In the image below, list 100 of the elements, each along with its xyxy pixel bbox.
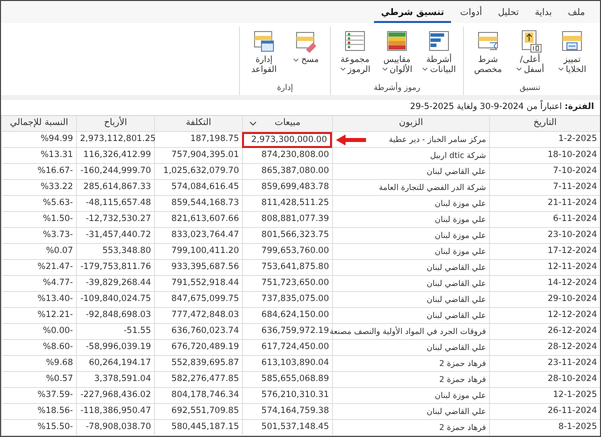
table-cell: 692,551,709.85	[154, 404, 242, 420]
group-label: تنسيق	[520, 83, 540, 94]
table-cell: 28-12-2024	[489, 340, 600, 356]
table-cell: 799,100,411.20	[154, 244, 242, 260]
table-cell: شركة الدر الفضي للتجارة العامة	[332, 180, 489, 196]
table-cell: 7-11-2024	[489, 180, 600, 196]
ribbon-button[interactable]: أعلى/أسفل	[510, 27, 550, 83]
table-cell: 801,566,323.75	[242, 228, 332, 244]
table-cell: 791,552,918.44	[154, 276, 242, 292]
ribbon-tab[interactable]: تنسيق شرطي	[374, 8, 452, 23]
ribbon-button[interactable]: إدارة القواعد	[244, 27, 284, 83]
table-cell: 3,378,591.04	[76, 372, 154, 388]
table-cell: 574,164,759.38	[242, 404, 332, 420]
eraser-icon	[294, 29, 318, 53]
table-cell: 23-10-2024	[489, 228, 600, 244]
table-cell: 582,276,477.85	[154, 372, 242, 388]
table-cell: 2,973,300,000.00	[242, 132, 332, 148]
ribbon-button[interactable]: مجموعة الرموز	[335, 27, 375, 83]
table-cell: 501,537,148.45	[242, 420, 332, 436]
table-cell: 804,178,746.34	[154, 388, 242, 404]
group-label: إدارة	[276, 83, 294, 94]
ribbon-button[interactable]: مسح	[286, 27, 326, 83]
table-cell: %4.77-	[1, 276, 76, 292]
table-cell: -51.55	[76, 324, 154, 340]
table-cell: -31,457,440.72	[76, 228, 154, 244]
table-cell: 833,023,764.47	[154, 228, 242, 244]
column-header[interactable]: التاريخ	[489, 116, 600, 132]
table-cell: علي القاضي لبنان	[332, 308, 489, 324]
table-cell: فرهاد حمزة 2	[332, 420, 489, 436]
table-cell: -160,244,999.70	[76, 164, 154, 180]
table-cell: 14-12-2024	[489, 276, 600, 292]
table-cell: 26-12-2024	[489, 324, 600, 340]
ribbon-button[interactable]: مقاييس الألوان	[377, 27, 417, 83]
column-header[interactable]: التكلفة	[154, 116, 242, 132]
table-cell: علي القاضي لبنان	[332, 292, 489, 308]
table-cell: علي موزة لبنان	[332, 228, 489, 244]
table-cell: 874,230,808.00	[242, 148, 332, 164]
table-cell: 865,387,080.00	[242, 164, 332, 180]
table-cell: %15.50-	[1, 420, 76, 436]
ribbon-tab[interactable]: ملف	[560, 8, 592, 23]
table-cell: 585,655,068.89	[242, 372, 332, 388]
table-cell: 684,624,150.00	[242, 308, 332, 324]
table-cell: %37.59-	[1, 388, 76, 404]
table-cell: 12-11-2024	[489, 260, 600, 276]
table-cell: علي القاضي لبنان	[332, 340, 489, 356]
ribbon-button[interactable]: تمييز الخلايا	[552, 27, 592, 83]
table-cell: -179,753,811.76	[76, 260, 154, 276]
table-cell: 8-1-2025	[489, 420, 600, 436]
table-cell: -48,115,657.48	[76, 196, 154, 212]
table-cell: %8.60-	[1, 340, 76, 356]
period-text: الفترة: اعتباراً من 2024-9-30 ولغاية 2025-5-29	[409, 100, 595, 114]
table-cell: 23-11-2024	[489, 356, 600, 372]
table-cell: علي القاضي لبنان	[332, 404, 489, 420]
table-cell: 613,103,890.04	[242, 356, 332, 372]
color-scales-icon	[385, 29, 409, 53]
column-header[interactable]: مبيعات	[242, 116, 332, 132]
table-cell: شركة dtic اربيل	[332, 148, 489, 164]
custom-rule-icon	[476, 29, 500, 53]
table-cell: 29-10-2024	[489, 292, 600, 308]
ribbon-tab[interactable]: بداية	[528, 8, 559, 23]
table-cell: 777,472,848.03	[154, 308, 242, 324]
table-cell: %0.57	[1, 372, 76, 388]
manage-rules-icon	[252, 29, 276, 53]
ribbon-button[interactable]: أشرطة البيانات	[419, 27, 459, 83]
table-cell: 576,210,310.31	[242, 388, 332, 404]
highlight-cells-icon	[560, 29, 584, 53]
table-cell: %18.56-	[1, 404, 76, 420]
table-cell: 933,395,687.56	[154, 260, 242, 276]
chevron-icon[interactable]	[249, 121, 257, 126]
table-cell: علي القاضي لبنان	[332, 276, 489, 292]
table-cell: 859,544,168.73	[154, 196, 242, 212]
table-cell: %13.40-	[1, 292, 76, 308]
table-cell: -78,908,038.70	[76, 420, 154, 436]
table-cell: %16.67-	[1, 164, 76, 180]
table-cell: -58,996,039.19	[76, 340, 154, 356]
table-cell: 859,699,483.78	[242, 180, 332, 196]
table-cell: 7-10-2024	[489, 164, 600, 180]
column-header[interactable]: الأرباح	[76, 116, 154, 132]
table-cell: 12-12-2024	[489, 308, 600, 324]
table-cell: 21-11-2024	[489, 196, 600, 212]
table-cell: علي موزة لبنان	[332, 244, 489, 260]
table-cell: -227,968,436.02	[76, 388, 154, 404]
ribbon-tab[interactable]: أدوات	[453, 8, 489, 23]
ribbon-tab[interactable]: تحليل	[490, 8, 526, 23]
ribbon-button[interactable]: شرط مخصص	[468, 27, 508, 83]
table-cell: 1-2-2025	[489, 132, 600, 148]
arrow-drawing	[336, 133, 366, 147]
table-cell: 757,904,395.01	[154, 148, 242, 164]
table-cell: 26-11-2024	[489, 404, 600, 420]
table-cell: %21.47-	[1, 260, 76, 276]
column-header[interactable]: النسبة للإجمالي	[1, 116, 76, 132]
table-cell: 18-10-2024	[489, 148, 600, 164]
table-cell: 187,198.75	[154, 132, 242, 148]
table-cell: 737,835,075.00	[242, 292, 332, 308]
table-cell: 28-10-2024	[489, 372, 600, 388]
table-cell: 580,445,187.15	[154, 420, 242, 436]
table-cell: 1,025,632,079.70	[154, 164, 242, 180]
column-header[interactable]: الزبون	[332, 116, 489, 132]
table-cell: علي موزة لبنان	[332, 388, 489, 404]
table-cell: -39,829,268.44	[76, 276, 154, 292]
